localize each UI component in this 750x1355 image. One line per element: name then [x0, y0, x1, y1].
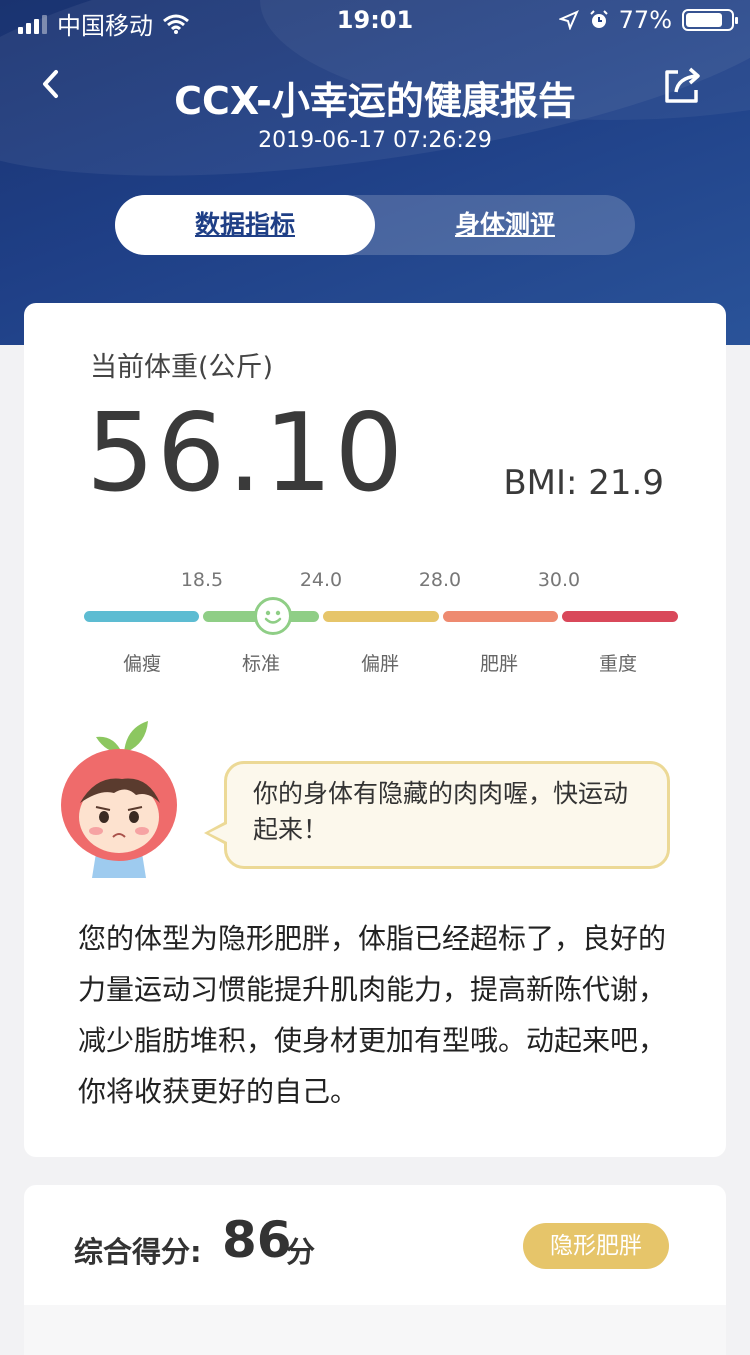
weight-label: 当前体重(公斤) [90, 352, 274, 383]
report-header: 中国移动 19:01 77% CCX-小幸运的健康报告 2019-06-17 0… [0, 0, 750, 345]
battery-percent: 77% [618, 6, 672, 34]
bmi-bar-severe [562, 611, 678, 622]
score-unit: 分 [286, 1235, 316, 1269]
bmi-bar-underweight [84, 611, 199, 622]
bmi-bar-obese [443, 611, 558, 622]
bmi-indicator-smiley-icon [254, 597, 292, 635]
bmi-category: 肥胖 [479, 653, 518, 675]
tab-data-metrics[interactable]: 数据指标 [115, 195, 375, 255]
bmi-tick: 18.5 [180, 569, 224, 591]
peach-mascot-avatar [61, 721, 177, 878]
alarm-icon [589, 10, 608, 28]
speech-bubble: 你的身体有隐藏的肉肉喔，快运动起来！ [224, 761, 670, 869]
body-type-badge: 隐形肥胖 [523, 1223, 669, 1269]
score-value: 86 [222, 1211, 292, 1269]
bmi-category: 偏瘦 [122, 653, 161, 675]
bmi-bar-overweight [323, 611, 439, 622]
bubble-text: 你的身体有隐藏的肉肉喔，快运动起来！ [253, 779, 629, 844]
score-card: 综合得分: 86 分 隐形肥胖 [24, 1185, 726, 1355]
report-datetime: 2019-06-17 07:26:29 [258, 128, 492, 153]
page-title: CCX-小幸运的健康报告 [174, 79, 576, 123]
weight-value: 56.10 [86, 391, 406, 516]
bubble-tail [209, 824, 227, 842]
bmi-category: 偏胖 [360, 653, 399, 675]
battery-icon [682, 9, 738, 31]
weight-card: 当前体重(公斤) 56.10 BMI: 21.9 18.5 24.0 28.0 … [24, 303, 726, 1157]
bmi-tick: 24.0 [299, 569, 343, 591]
bmi-category: 标准 [241, 653, 280, 675]
body-type-description: 您的体型为隐形肥胖，体脂已经超标了，良好的力量运动习惯能提升肌肉能力，提高新陈代… [78, 922, 667, 1108]
share-button[interactable] [662, 64, 706, 108]
bmi-category: 重度 [598, 653, 637, 675]
bmi-tick: 28.0 [418, 569, 462, 591]
bmi-value: BMI: 21.9 [503, 463, 664, 503]
status-bar: 中国移动 19:01 77% [0, 0, 750, 40]
card-divider [24, 1305, 726, 1355]
tab-body-assessment[interactable]: 身体测评 [375, 195, 635, 255]
score-label: 综合得分: [74, 1235, 202, 1269]
report-tabs: 数据指标 身体测评 [115, 195, 635, 255]
bmi-tick: 30.0 [537, 569, 581, 591]
share-icon [665, 67, 700, 103]
location-arrow-icon [558, 10, 579, 30]
